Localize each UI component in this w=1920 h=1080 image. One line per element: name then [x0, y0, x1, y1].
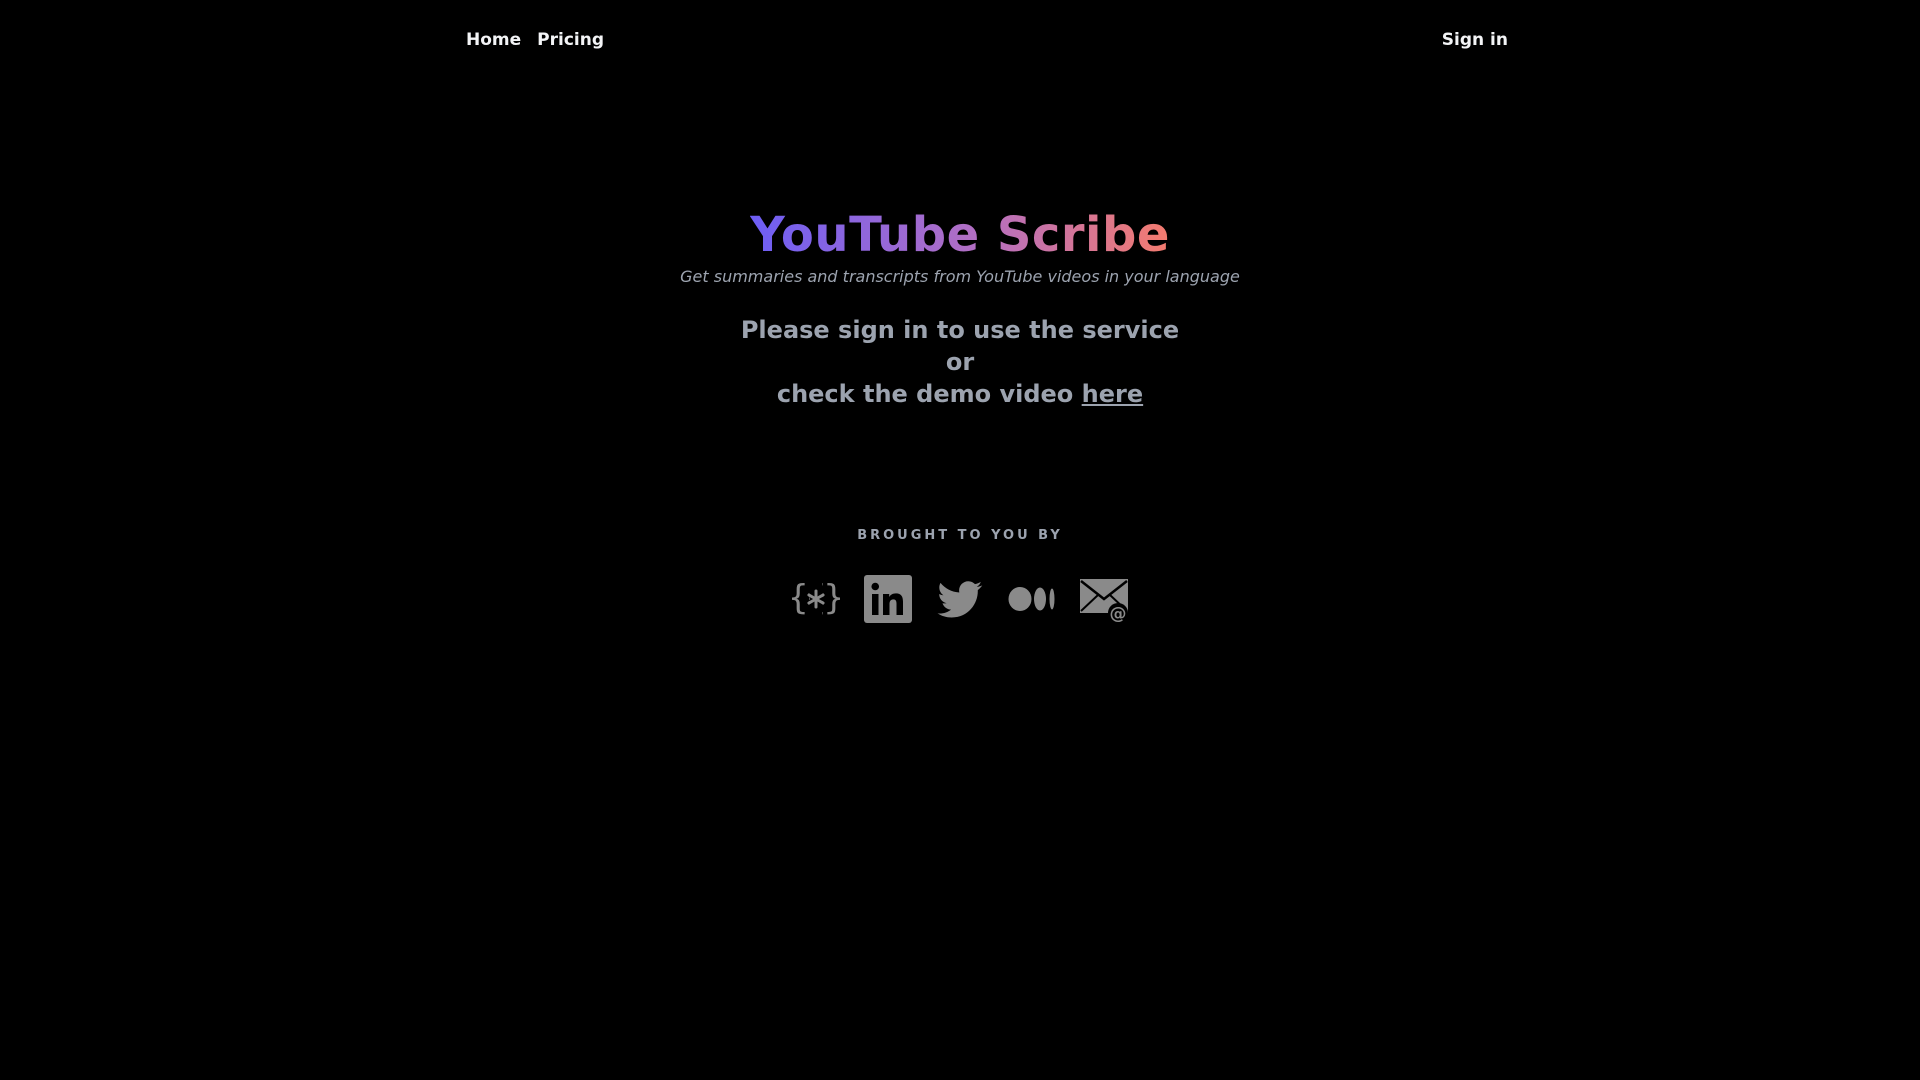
message-line-3: check the demo video here	[0, 378, 1920, 410]
email-icon[interactable]: @	[1080, 575, 1128, 623]
social-icons: { { }	[0, 575, 1920, 623]
nav-pricing-link[interactable]: Pricing	[537, 30, 604, 50]
message-line-2: or	[945, 348, 975, 376]
message-line-1: Please sign in to use the service	[740, 316, 1180, 344]
brought-to-you-by-label: BROUGHT TO YOU BY	[857, 528, 1063, 543]
page-title: YouTube Scribe	[750, 207, 1170, 263]
linkedin-icon[interactable]	[864, 575, 912, 623]
code-braces-icon[interactable]: { { }	[792, 575, 840, 623]
sign-in-link[interactable]: Sign in	[1442, 30, 1508, 50]
nav-home-link[interactable]: Home	[466, 30, 521, 50]
page: Home Pricing Sign in YouTube Scribe Get …	[0, 0, 1920, 1080]
svg-text:{: {	[792, 578, 809, 618]
svg-text:@: @	[1110, 604, 1127, 623]
page-subtitle: Get summaries and transcripts from YouTu…	[680, 267, 1240, 286]
medium-icon[interactable]	[1008, 575, 1056, 623]
nav-left: Home Pricing	[466, 30, 604, 50]
demo-video-link[interactable]: here	[1082, 380, 1143, 408]
svg-text:}: }	[823, 578, 840, 618]
message-line-3-prefix: check the demo video	[776, 380, 1082, 408]
hero: YouTube Scribe Get summaries and transcr…	[0, 205, 1920, 410]
top-nav: Home Pricing Sign in	[466, 0, 1508, 80]
twitter-icon[interactable]	[936, 575, 984, 623]
sign-in-message: Please sign in to use the service or che…	[0, 314, 1920, 410]
